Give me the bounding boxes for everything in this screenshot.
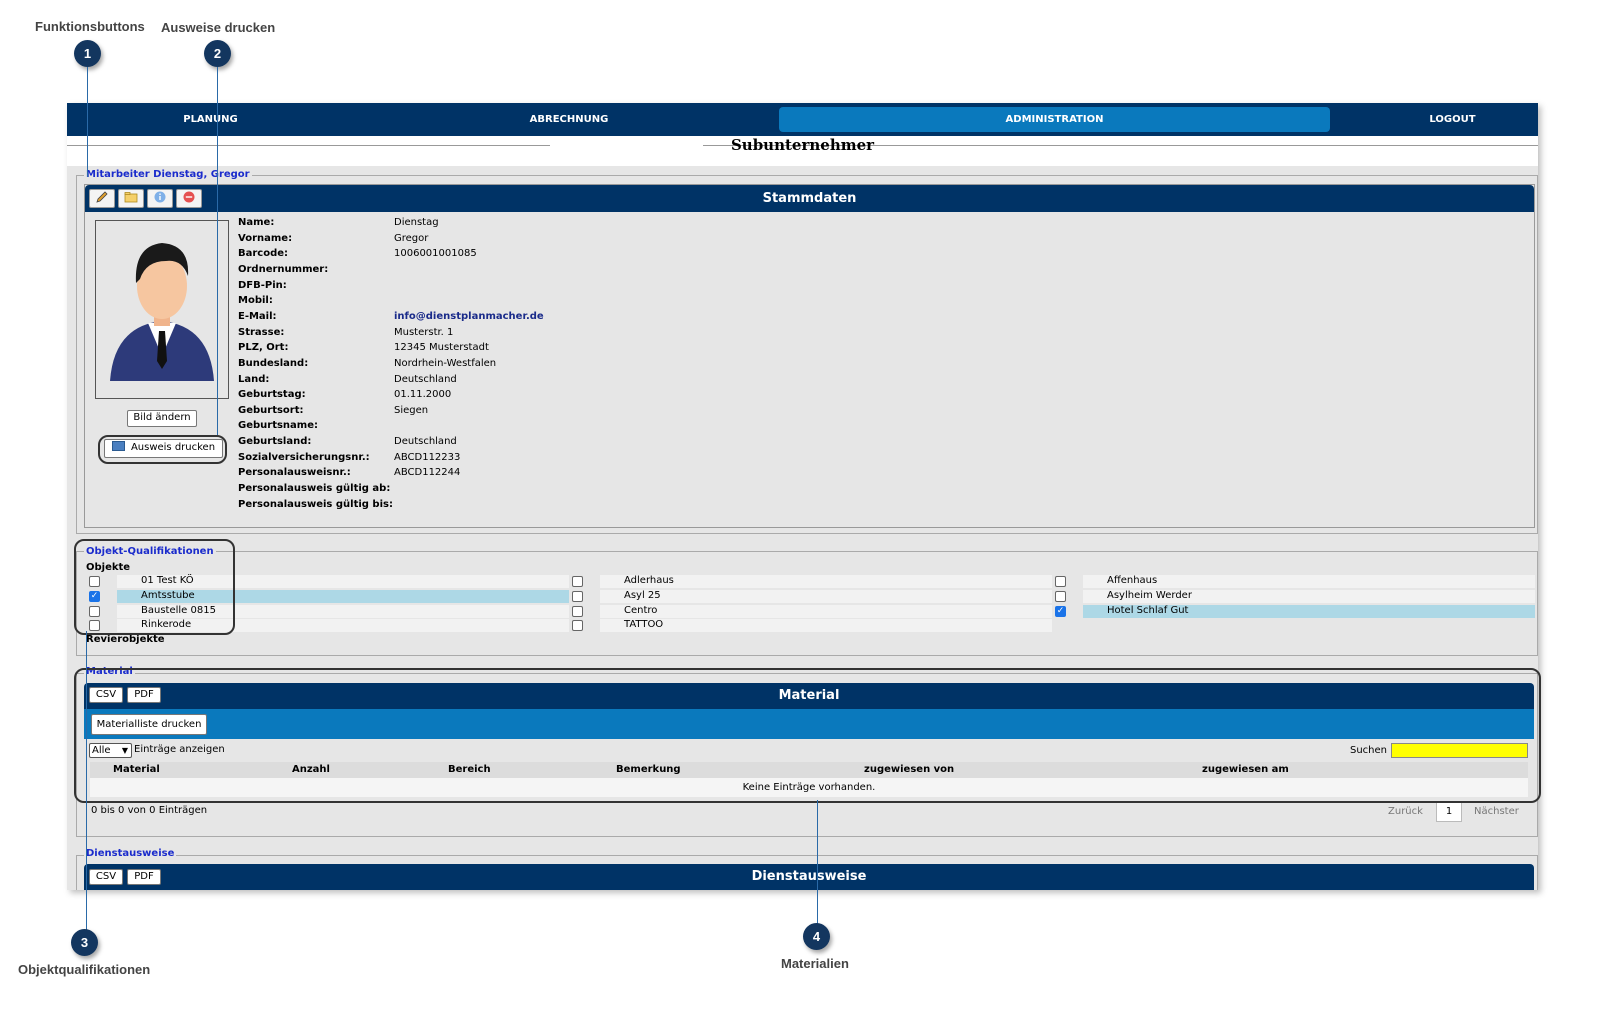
callout-1-badge: 1 [74, 40, 101, 67]
next-page-button[interactable]: Nächster [1474, 806, 1519, 817]
field-label: PLZ, Ort: [238, 342, 289, 354]
info-button[interactable] [147, 189, 173, 208]
qualification-name: Centro [624, 604, 658, 616]
qualification-checkbox[interactable] [572, 576, 583, 587]
field-label: Geburtstag: [238, 389, 306, 401]
field-label: Personalausweis gültig ab: [238, 483, 391, 495]
field-label: Barcode: [238, 248, 289, 260]
qualification-name: Affenhaus [1107, 575, 1158, 586]
qualification-row [600, 589, 1052, 603]
qualifications-fieldset [76, 551, 1538, 656]
field-value: Dienstag [394, 217, 439, 228]
callout-3-label: Objektqualifikationen [18, 962, 151, 977]
field-label: Name: [238, 217, 275, 228]
callout-3-badge: 3 [71, 929, 98, 956]
qualification-row [600, 619, 1052, 633]
title-bar: Subunternehmer [67, 136, 1538, 166]
callout-2-badge: 2 [204, 40, 231, 67]
callout-1-label: Funktionsbuttons [35, 19, 145, 34]
avatar-icon [110, 243, 214, 381]
field-label: E-Mail: [238, 310, 277, 322]
callout-3-line [86, 631, 87, 932]
field-label: Geburtsland: [238, 436, 312, 448]
qualification-name: Hotel Schlaf Gut [1107, 604, 1189, 616]
nav-administration[interactable]: ADMINISTRATION [779, 107, 1330, 132]
callout-2-label: Ausweise drucken [161, 20, 276, 35]
field-label: Personalausweis gültig bis: [238, 498, 393, 510]
folder-icon [124, 192, 138, 203]
page-number-button[interactable]: 1 [1436, 802, 1462, 822]
main-nav: PLANUNG ABRECHNUNG ADMINISTRATION LOGOUT [67, 103, 1538, 136]
field-value: Siegen [394, 404, 429, 416]
employee-photo [95, 220, 229, 399]
callout-4-label: Materialien [781, 956, 849, 971]
qualification-name: Asyl 25 [624, 589, 661, 601]
service-ids-pdf-button[interactable]: PDF [127, 869, 161, 885]
field-value: Musterstr. 1 [394, 326, 454, 338]
folder-button[interactable] [118, 189, 144, 208]
qualification-checkbox[interactable] [572, 605, 583, 617]
field-value: Gregor [394, 232, 429, 244]
qualifications-highlight [74, 539, 235, 635]
material-highlight [74, 668, 1541, 803]
field-label: Strasse: [238, 326, 285, 338]
field-label: Geburtsname: [238, 420, 318, 432]
field-label: Vorname: [238, 232, 293, 244]
field-label: Land: [238, 373, 270, 385]
nav-abrechnung[interactable]: ABRECHNUNG [424, 107, 714, 132]
qualification-row [600, 604, 1052, 618]
field-value: Deutschland [394, 436, 457, 448]
employee-legend: Mitarbeiter Dienstag, Gregor [84, 169, 252, 180]
field-value: Nordrhein-Westfalen [394, 357, 497, 369]
qualification-name: Asylheim Werder [1107, 589, 1192, 601]
qualification-name: Adlerhaus [624, 575, 674, 586]
service-ids-header: Dienstausweise [84, 864, 1534, 890]
field-value: ABCD112233 [394, 451, 461, 463]
pencil-icon [96, 191, 108, 203]
field-value: Deutschland [394, 373, 457, 385]
field-value: 12345 Musterstadt [394, 342, 489, 354]
field-value: 01.11.2000 [394, 389, 452, 401]
qualification-checkbox[interactable] [1055, 576, 1066, 587]
change-image-button[interactable]: Bild ändern [127, 410, 197, 427]
district-objects-heading: Revierobjekte [86, 634, 165, 645]
delete-icon [183, 191, 195, 203]
callout-2-line [217, 67, 218, 435]
field-label: Mobil: [238, 295, 273, 307]
field-label: DFB-Pin: [238, 279, 287, 291]
service-ids-legend: Dienstausweise [84, 848, 177, 859]
field-label: Bundesland: [238, 357, 309, 369]
qualification-checkbox[interactable] [1055, 590, 1066, 602]
prev-page-button[interactable]: Zurück [1388, 806, 1423, 817]
field-label: Personalausweisnr.: [238, 467, 351, 479]
delete-button[interactable] [176, 189, 202, 208]
nav-planung[interactable]: PLANUNG [67, 107, 354, 132]
qualification-name: TATTOO [624, 619, 664, 631]
table-info-text: 0 bis 0 von 0 Einträgen [91, 805, 208, 816]
field-value: 1006001001085 [394, 248, 477, 260]
callout-4-badge: 4 [803, 923, 830, 950]
stammdaten-header: Stammdaten [85, 185, 1534, 212]
field-value: ABCD112244 [394, 467, 461, 479]
info-icon [154, 191, 166, 203]
qualification-checkbox[interactable]: ✓ [1055, 605, 1066, 617]
callout-4-line [817, 800, 818, 924]
qualification-checkbox[interactable] [572, 590, 583, 602]
field-value[interactable]: info@dienstplanmacher.de [394, 311, 544, 322]
callout-1-line [87, 67, 88, 177]
edit-button[interactable] [89, 189, 115, 208]
page-title: Subunternehmer [730, 136, 875, 154]
qualification-checkbox[interactable] [572, 620, 583, 632]
field-label: Sozialversicherungsnr.: [238, 451, 370, 463]
field-label: Ordnernummer: [238, 263, 329, 275]
print-id-highlight [98, 435, 227, 464]
field-label: Geburtsort: [238, 404, 304, 416]
nav-logout[interactable]: LOGOUT [1357, 107, 1538, 132]
service-ids-csv-button[interactable]: CSV [89, 869, 123, 885]
